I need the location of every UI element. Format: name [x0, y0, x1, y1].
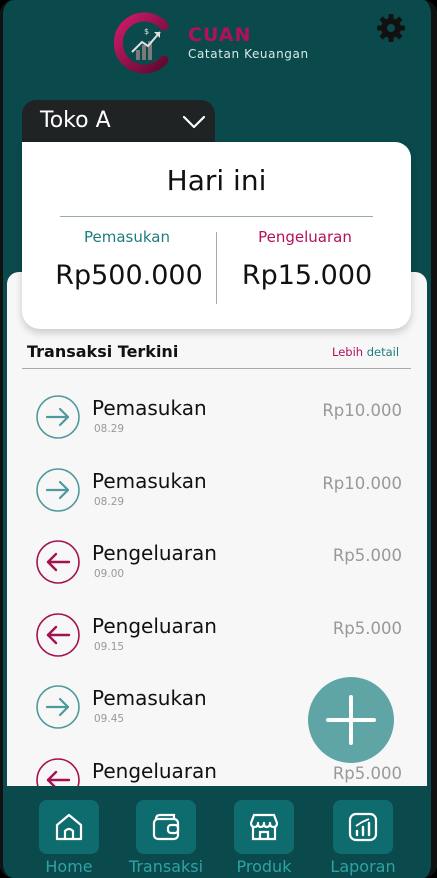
income-label: Pemasukan	[84, 228, 170, 246]
nav-label-laporan: Laporan	[330, 857, 396, 876]
more-detail-link[interactable]: Lebih detail	[332, 345, 399, 359]
expense-total: Rp15.000	[241, 260, 373, 291]
gear-icon[interactable]	[375, 12, 407, 44]
transaction-name: Pemasukan	[92, 396, 207, 420]
add-transaction-button[interactable]	[308, 677, 394, 763]
income-total: Rp500.000	[55, 260, 203, 291]
app-screen: $ CUAN Catatan Keuangan Toko A Hari ini …	[0, 0, 437, 878]
nav-label-produk: Produk	[236, 857, 292, 876]
divider	[22, 368, 411, 369]
transaction-amount: Rp10.000	[322, 474, 402, 493]
nav-button[interactable]	[333, 800, 393, 854]
transaction-time: 08.29	[94, 423, 125, 435]
transaction-amount: Rp5.000	[332, 619, 402, 638]
nav-item-laporan[interactable]: Laporan	[318, 800, 408, 878]
transaction-name: Pengeluaran	[92, 614, 217, 638]
recent-transactions-title: Transaksi Terkini	[27, 342, 179, 361]
arrow-left-icon	[36, 613, 80, 657]
arrow-left-icon	[36, 540, 80, 584]
divider	[216, 232, 217, 304]
bottom-navigation: Home Transaksi Produk Laporan	[0, 786, 437, 878]
transaction-time: 08.29	[94, 496, 125, 508]
transaction-item[interactable]: Pemasukan 08.29 Rp10.000	[7, 380, 427, 448]
home-icon	[55, 813, 83, 841]
transaction-name: Pemasukan	[92, 469, 207, 493]
arrow-right-icon	[36, 468, 80, 512]
more-link-suffix: detail	[363, 345, 400, 359]
nav-item-produk[interactable]: Produk	[219, 800, 309, 878]
nav-button[interactable]	[234, 800, 294, 854]
daily-summary-card: Hari ini Pemasukan Pengeluaran Rp500.000…	[22, 142, 411, 329]
nav-item-transaksi[interactable]: Transaksi	[121, 800, 211, 878]
arrow-left-icon	[36, 758, 80, 786]
transaction-time: 09.15	[94, 641, 125, 653]
chevron-down-icon	[182, 115, 206, 129]
nav-button[interactable]	[39, 800, 99, 854]
arrow-right-icon	[36, 395, 80, 439]
transaction-amount: Rp5.000	[332, 764, 402, 783]
nav-button[interactable]	[136, 800, 196, 854]
cuan-logo-icon: $	[114, 12, 169, 74]
plus-icon	[326, 695, 376, 745]
transaction-item[interactable]: Pengeluaran 09.00 Rp5.000	[7, 525, 427, 593]
store-dropdown-label: Toko A	[40, 108, 111, 133]
divider	[60, 216, 373, 217]
more-link-prefix: Lebih	[332, 345, 364, 359]
report-chart-icon	[348, 812, 378, 842]
expense-label: Pengeluaran	[258, 228, 352, 246]
nav-label-home: Home	[45, 857, 93, 876]
transaction-name: Pengeluaran	[92, 541, 217, 565]
arrow-right-icon	[36, 685, 80, 729]
svg-text:$: $	[144, 27, 149, 36]
transaction-name: Pemasukan	[92, 686, 207, 710]
summary-title: Hari ini	[166, 164, 267, 197]
transaction-name: Pengeluaran	[92, 759, 217, 783]
brand-name: CUAN	[188, 24, 252, 46]
wallet-icon	[152, 813, 180, 841]
store-icon	[249, 813, 279, 841]
transaction-item[interactable]: Pemasukan 08.29 Rp10.000	[7, 453, 427, 521]
transaction-item[interactable]: Pengeluaran 09.15 Rp5.000	[7, 598, 427, 666]
transaction-amount: Rp5.000	[332, 546, 402, 565]
transaction-amount: Rp10.000	[322, 401, 402, 420]
transaction-time: 09.00	[94, 568, 125, 580]
nav-label-transaksi: Transaksi	[128, 857, 204, 876]
brand-subtitle: Catatan Keuangan	[188, 47, 309, 61]
transaction-time: 09.45	[94, 713, 125, 725]
nav-item-home[interactable]: Home	[24, 800, 114, 878]
